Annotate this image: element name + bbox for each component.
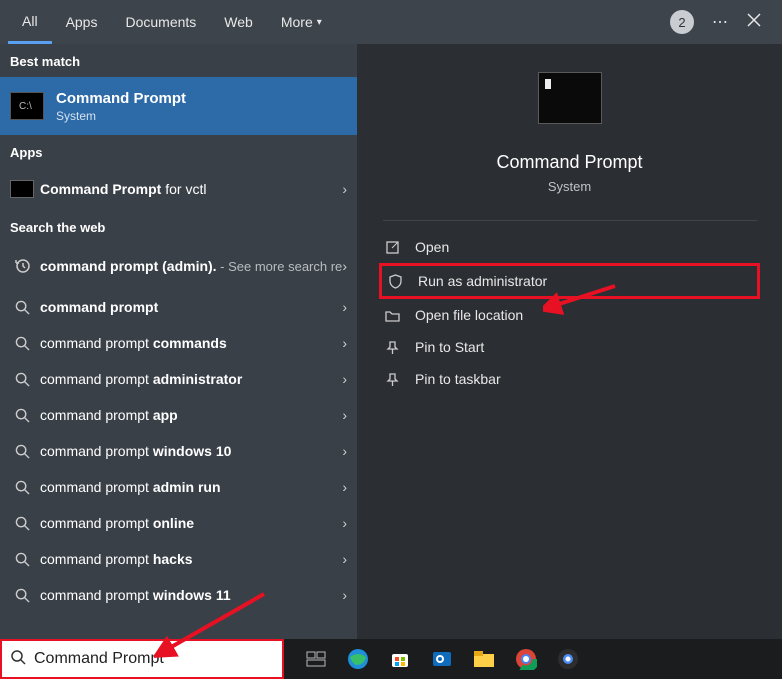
web-result[interactable]: command prompt (admin). - See more searc… — [0, 243, 357, 289]
store-icon[interactable] — [386, 645, 414, 673]
pin-icon — [379, 372, 405, 387]
best-match-result[interactable]: C:\ Command Prompt System — [0, 77, 357, 135]
action-label: Open — [405, 239, 449, 255]
app-result[interactable]: Command Prompt for vctl › — [0, 168, 357, 210]
search-header: All Apps Documents Web More▾ 2 ⋯ — [0, 0, 782, 44]
result-label: command prompt app — [34, 407, 342, 423]
tab-documents[interactable]: Documents — [111, 0, 210, 44]
chevron-right-icon: › — [342, 443, 347, 459]
tab-more[interactable]: More▾ — [267, 0, 336, 44]
chevron-right-icon: › — [342, 551, 347, 567]
more-options-icon[interactable]: ⋯ — [712, 12, 728, 32]
preview-subtitle: System — [548, 179, 591, 194]
web-result[interactable]: command prompt windows 11› — [0, 577, 357, 613]
cmd-icon: C:\ — [10, 92, 44, 120]
search-input[interactable] — [34, 650, 274, 668]
action-open-file-location[interactable]: Open file location — [379, 299, 760, 331]
result-label: command prompt commands — [34, 335, 342, 351]
preview-app-icon — [538, 72, 602, 124]
action-run-as-administrator[interactable]: Run as administrator — [379, 263, 760, 299]
taskbar-search[interactable] — [2, 641, 282, 677]
preview-title: Command Prompt — [496, 152, 642, 173]
action-open[interactable]: Open — [379, 231, 760, 263]
results-panel: Best match C:\ Command Prompt System App… — [0, 44, 357, 639]
section-web: Search the web — [0, 210, 357, 243]
result-label: command prompt hacks — [34, 551, 342, 567]
search-icon — [10, 552, 34, 567]
chevron-right-icon: › — [342, 407, 347, 423]
rewards-badge[interactable]: 2 — [670, 10, 694, 34]
web-result[interactable]: command prompt commands› — [0, 325, 357, 361]
action-label: Pin to Start — [405, 339, 484, 355]
cmd-icon — [10, 180, 34, 198]
divider — [383, 220, 757, 221]
search-icon — [10, 372, 34, 387]
web-result[interactable]: command prompt online› — [0, 505, 357, 541]
result-label: command prompt online — [34, 515, 342, 531]
web-result[interactable]: command prompt admin run› — [0, 469, 357, 505]
explorer-icon[interactable] — [470, 645, 498, 673]
result-label: command prompt windows 11 — [34, 587, 342, 603]
search-box-highlight — [0, 639, 284, 679]
preview-panel: Command Prompt System Open Run as adminis… — [357, 44, 782, 639]
filter-tabs: All Apps Documents Web More▾ — [8, 0, 336, 44]
taskbar — [0, 639, 782, 679]
chrome-canary-icon[interactable] — [554, 645, 582, 673]
web-result[interactable]: command prompt hacks› — [0, 541, 357, 577]
chevron-right-icon: › — [342, 181, 347, 197]
chrome-icon[interactable] — [512, 645, 540, 673]
tab-all[interactable]: All — [8, 0, 52, 44]
web-result[interactable]: command prompt administrator› — [0, 361, 357, 397]
search-icon — [10, 408, 34, 423]
result-label: command prompt windows 10 — [34, 443, 342, 459]
history-icon — [10, 258, 34, 274]
web-result[interactable]: command prompt app› — [0, 397, 357, 433]
chevron-right-icon: › — [342, 371, 347, 387]
section-best-match: Best match — [0, 44, 357, 77]
web-result[interactable]: command prompt› — [0, 289, 357, 325]
chevron-right-icon: › — [342, 258, 347, 274]
chevron-right-icon: › — [342, 479, 347, 495]
search-icon — [10, 588, 34, 603]
action-label: Run as administrator — [408, 273, 547, 289]
chevron-down-icon: ▾ — [317, 17, 322, 28]
chevron-right-icon: › — [342, 587, 347, 603]
chevron-right-icon: › — [342, 515, 347, 531]
outlook-icon[interactable] — [428, 645, 456, 673]
search-icon — [10, 649, 26, 670]
action-label: Pin to taskbar — [405, 371, 501, 387]
tab-web[interactable]: Web — [210, 0, 267, 44]
result-label: command prompt (admin). - See more searc… — [34, 258, 342, 274]
task-view-icon[interactable] — [302, 645, 330, 673]
search-icon — [10, 300, 34, 315]
section-apps: Apps — [0, 135, 357, 168]
open-icon — [379, 240, 405, 255]
search-icon — [10, 444, 34, 459]
tab-apps[interactable]: Apps — [52, 0, 112, 44]
web-result[interactable]: command prompt windows 10› — [0, 433, 357, 469]
chevron-right-icon: › — [342, 299, 347, 315]
search-icon — [10, 480, 34, 495]
action-pin-to-start[interactable]: Pin to Start — [379, 331, 760, 363]
action-label: Open file location — [405, 307, 523, 323]
edge-icon[interactable] — [344, 645, 372, 673]
search-icon — [10, 516, 34, 531]
svg-text:C:\: C:\ — [19, 101, 32, 112]
pin-icon — [379, 340, 405, 355]
best-match-title: Command Prompt — [56, 90, 186, 107]
result-label: command prompt administrator — [34, 371, 342, 387]
shield-icon — [382, 274, 408, 289]
action-pin-to-taskbar[interactable]: Pin to taskbar — [379, 363, 760, 395]
close-button[interactable] — [746, 12, 762, 33]
folder-icon — [379, 309, 405, 322]
chevron-right-icon: › — [342, 335, 347, 351]
search-icon — [10, 336, 34, 351]
result-label: command prompt admin run — [34, 479, 342, 495]
best-match-subtitle: System — [56, 109, 186, 123]
result-label: command prompt — [34, 299, 342, 315]
